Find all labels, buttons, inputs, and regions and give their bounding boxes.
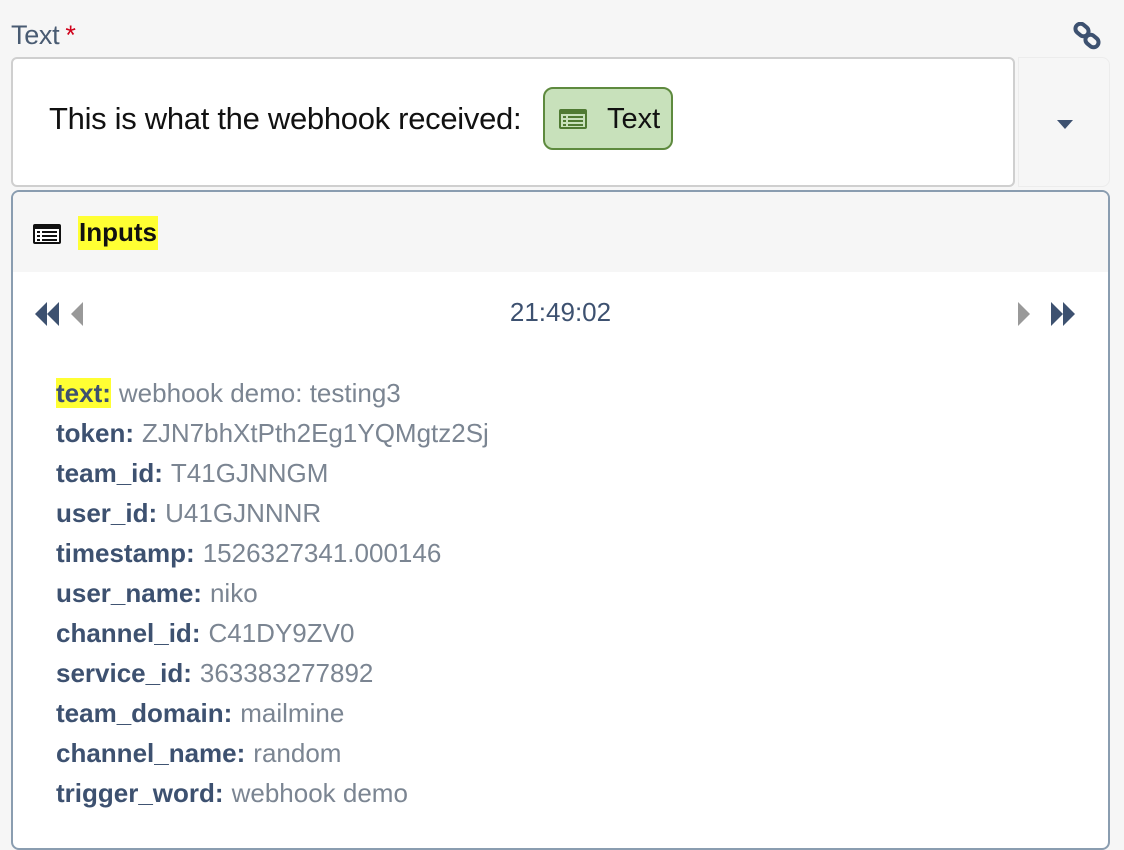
text-input[interactable]: This is what the webhook received: Text bbox=[11, 57, 1015, 187]
list-item: token: ZJN7bhXtPth2Eg1YQMgtz2Sj bbox=[56, 415, 489, 455]
input-prefix-text: This is what the webhook received: bbox=[49, 101, 522, 136]
field-key: channel_id: bbox=[56, 618, 201, 648]
inputs-panel: Inputs 21:49:02 text: webhook demo: testi… bbox=[11, 190, 1110, 850]
list-icon bbox=[33, 224, 61, 244]
field-value: niko bbox=[209, 578, 258, 608]
text-token[interactable]: Text bbox=[543, 87, 673, 150]
field-value: ZJN7bhXtPth2Eg1YQMgtz2Sj bbox=[142, 418, 489, 448]
field-value: random bbox=[253, 738, 342, 768]
field-value: 1526327341.000146 bbox=[202, 538, 442, 568]
field-key: trigger_word: bbox=[56, 778, 224, 808]
field-value: 363383277892 bbox=[199, 658, 374, 688]
list-item: text: webhook demo: testing3 bbox=[56, 375, 489, 415]
list-item: channel_name: random bbox=[56, 735, 489, 775]
link-icon[interactable] bbox=[1072, 22, 1102, 50]
list-item: channel_id: C41DY9ZV0 bbox=[56, 615, 489, 655]
list-item: team_id: T41GJNNGM bbox=[56, 455, 489, 495]
field-value: U41GJNNNR bbox=[165, 498, 322, 528]
list-item: timestamp: 1526327341.000146 bbox=[56, 535, 489, 575]
field-key: user_name: bbox=[56, 578, 202, 608]
dropdown-button[interactable] bbox=[1018, 57, 1110, 187]
token-label: Text bbox=[607, 103, 661, 135]
timestamp-display: 21:49:02 bbox=[509, 297, 612, 327]
field-key: user_id: bbox=[56, 498, 158, 528]
field-value: T41GJNNGM bbox=[170, 458, 329, 488]
list-item: user_id: U41GJNNNR bbox=[56, 495, 489, 535]
field-value: webhook demo: testing3 bbox=[118, 378, 401, 408]
inputs-list: text: webhook demo: testing3 token: ZJN7bh… bbox=[56, 375, 489, 815]
list-item: service_id: 363383277892 bbox=[56, 655, 489, 695]
required-marker: * bbox=[65, 20, 76, 50]
field-key: text: bbox=[56, 378, 111, 408]
field-key: team_domain: bbox=[56, 698, 233, 728]
panel-header: Inputs bbox=[13, 192, 1108, 272]
field-key: team_id: bbox=[56, 458, 163, 488]
double-chevron-right-icon[interactable] bbox=[1051, 302, 1079, 326]
field-value: C41DY9ZV0 bbox=[208, 618, 355, 648]
list-item: user_name: niko bbox=[56, 575, 489, 615]
field-key: channel_name: bbox=[56, 738, 246, 768]
list-item: trigger_word: webhook demo bbox=[56, 775, 489, 815]
field-key: timestamp: bbox=[56, 538, 195, 568]
field-label-text: Text bbox=[11, 20, 60, 50]
panel-title: Inputs bbox=[78, 216, 158, 250]
field-value: mailmine bbox=[240, 698, 345, 728]
field-key: token: bbox=[56, 418, 134, 448]
field-label: Text * bbox=[11, 20, 76, 51]
field-value: webhook demo bbox=[231, 778, 408, 808]
caret-down-icon bbox=[1057, 120, 1073, 129]
field-key: service_id: bbox=[56, 658, 192, 688]
chevron-right-icon[interactable] bbox=[1018, 302, 1032, 326]
list-item: team_domain: mailmine bbox=[56, 695, 489, 735]
list-icon bbox=[559, 109, 587, 129]
